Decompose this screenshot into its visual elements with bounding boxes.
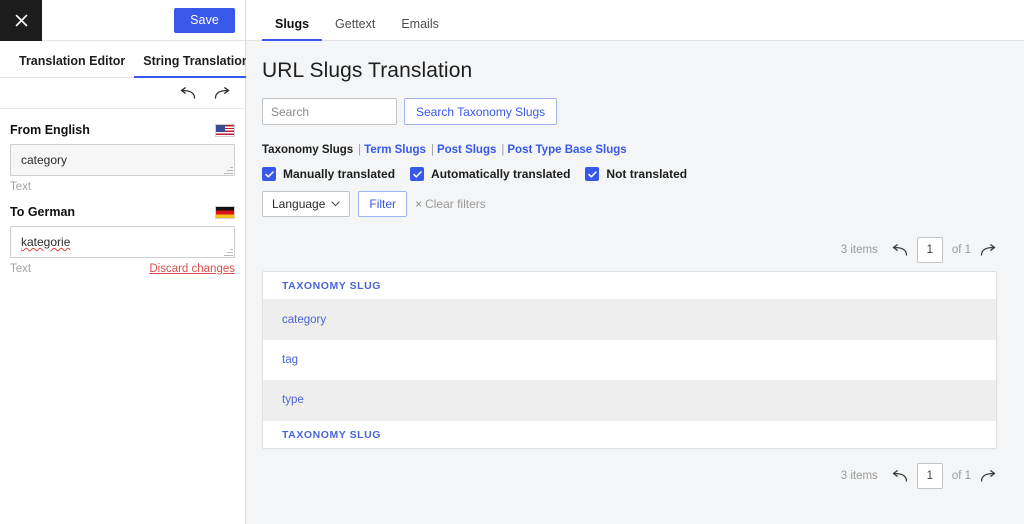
target-text-input[interactable]: kategorie: [10, 226, 235, 258]
sidebar-history-bar: [0, 78, 245, 109]
pagination-items-count-bottom: 3 items: [841, 470, 878, 482]
slug-link-sep-1: |: [358, 144, 361, 156]
slug-link-category[interactable]: category: [282, 314, 326, 326]
source-meta-row: Text: [10, 181, 235, 193]
checkbox-manually-translated[interactable]: Manually translated: [262, 167, 395, 181]
discard-changes-link[interactable]: Discard changes: [149, 263, 235, 275]
checkbox-label-manually: Manually translated: [283, 167, 395, 181]
chevron-down-icon: [331, 201, 340, 207]
prev-arrow-icon-bottom[interactable]: [891, 470, 908, 483]
table-header: TAXONOMY SLUG: [263, 272, 996, 300]
page-title: URL Slugs Translation: [262, 59, 997, 83]
next-arrow-icon-bottom[interactable]: [980, 470, 997, 483]
sidebar-tabs: Translation Editor String Translation: [0, 41, 245, 78]
slug-link-type[interactable]: type: [282, 394, 304, 406]
language-dropdown[interactable]: Language: [262, 191, 350, 217]
pagination-of-label-bottom: of 1: [952, 470, 971, 482]
undo-arrow-icon[interactable]: [179, 87, 196, 100]
search-input[interactable]: [262, 98, 397, 125]
translation-sidebar: Save Translation Editor String Translati…: [0, 0, 246, 524]
save-button[interactable]: Save: [174, 8, 235, 33]
slug-type-links: Taxonomy Slugs|Term Slugs|Post Slugs|Pos…: [262, 144, 997, 156]
target-text-value: kategorie: [21, 235, 70, 249]
slug-link-sep-2: |: [431, 144, 434, 156]
slug-link-tag[interactable]: tag: [282, 354, 298, 366]
pagination-top: 3 items of 1: [262, 237, 997, 263]
main-content: Slugs Gettext Emails URL Slugs Translati…: [246, 0, 1024, 524]
slug-link-post-slugs[interactable]: Post Slugs: [437, 144, 496, 156]
pagination-items-count-top: 3 items: [841, 244, 878, 256]
app-root: Save Translation Editor String Translati…: [0, 0, 1024, 524]
sidebar-body: From English Text To German: [0, 109, 245, 275]
redo-arrow-icon[interactable]: [214, 87, 231, 100]
target-meta-row: Text Discard changes: [10, 263, 235, 275]
table-row[interactable]: tag: [263, 340, 996, 380]
filter-button[interactable]: Filter: [358, 191, 407, 217]
tab-translation-editor[interactable]: Translation Editor: [10, 54, 134, 77]
close-icon[interactable]: [0, 0, 42, 41]
source-language-label: From English: [10, 123, 90, 137]
slug-link-current: Taxonomy Slugs: [262, 144, 353, 156]
check-icon-not-translated: [585, 167, 599, 181]
tab-gettext[interactable]: Gettext: [322, 17, 388, 40]
table-row[interactable]: type: [263, 380, 996, 420]
slug-link-sep-3: |: [501, 144, 504, 156]
target-language-label: To German: [10, 205, 75, 219]
main-tabs: Slugs Gettext Emails: [246, 0, 1024, 41]
prev-arrow-icon-top[interactable]: [891, 244, 908, 257]
tab-slugs[interactable]: Slugs: [262, 17, 322, 40]
checkbox-label-not-translated: Not translated: [606, 167, 687, 181]
topbar-spacer: [42, 0, 174, 40]
slug-link-term-slugs[interactable]: Term Slugs: [364, 144, 426, 156]
tab-string-translation[interactable]: String Translation: [134, 54, 258, 77]
tab-emails[interactable]: Emails: [388, 17, 452, 40]
clear-filters-link[interactable]: × Clear filters: [415, 197, 486, 211]
slug-link-post-type-base-slugs[interactable]: Post Type Base Slugs: [507, 144, 626, 156]
check-icon-automatically: [410, 167, 424, 181]
sidebar-topbar: Save: [0, 0, 245, 41]
pagination-page-input-bottom[interactable]: [917, 463, 943, 489]
checkbox-automatically-translated[interactable]: Automatically translated: [410, 167, 570, 181]
table-footer: TAXONOMY SLUG: [263, 420, 996, 448]
source-text-wrap: [10, 144, 235, 176]
pagination-page-input-top[interactable]: [917, 237, 943, 263]
checkbox-not-translated[interactable]: Not translated: [585, 167, 687, 181]
target-text-wrap: kategorie: [10, 226, 235, 258]
source-text-input[interactable]: [10, 144, 235, 176]
table-row[interactable]: category: [263, 300, 996, 340]
language-dropdown-label: Language: [272, 197, 325, 211]
pagination-of-label-top: of 1: [952, 244, 971, 256]
target-meta-text: Text: [10, 263, 31, 275]
search-taxonomy-slugs-button[interactable]: Search Taxonomy Slugs: [404, 98, 557, 125]
source-language-row: From English: [10, 123, 235, 137]
main-inner: URL Slugs Translation Search Taxonomy Sl…: [246, 41, 1024, 489]
taxonomy-slugs-table: TAXONOMY SLUG category tag type TAXONOMY…: [262, 271, 997, 449]
source-meta-text: Text: [10, 181, 31, 193]
filter-row: Language Filter × Clear filters: [262, 191, 997, 217]
filter-checkbox-row: Manually translated Automatically transl…: [262, 167, 997, 181]
flag-us-icon: [215, 124, 235, 137]
check-icon-manually: [262, 167, 276, 181]
target-language-row: To German: [10, 205, 235, 219]
checkbox-label-automatically: Automatically translated: [431, 167, 570, 181]
flag-de-icon: [215, 206, 235, 219]
clear-filters-label: Clear filters: [425, 197, 486, 211]
next-arrow-icon-top[interactable]: [980, 244, 997, 257]
search-row: Search Taxonomy Slugs: [262, 98, 997, 125]
pagination-bottom: 3 items of 1: [262, 463, 997, 489]
close-x-icon: ×: [415, 197, 422, 211]
